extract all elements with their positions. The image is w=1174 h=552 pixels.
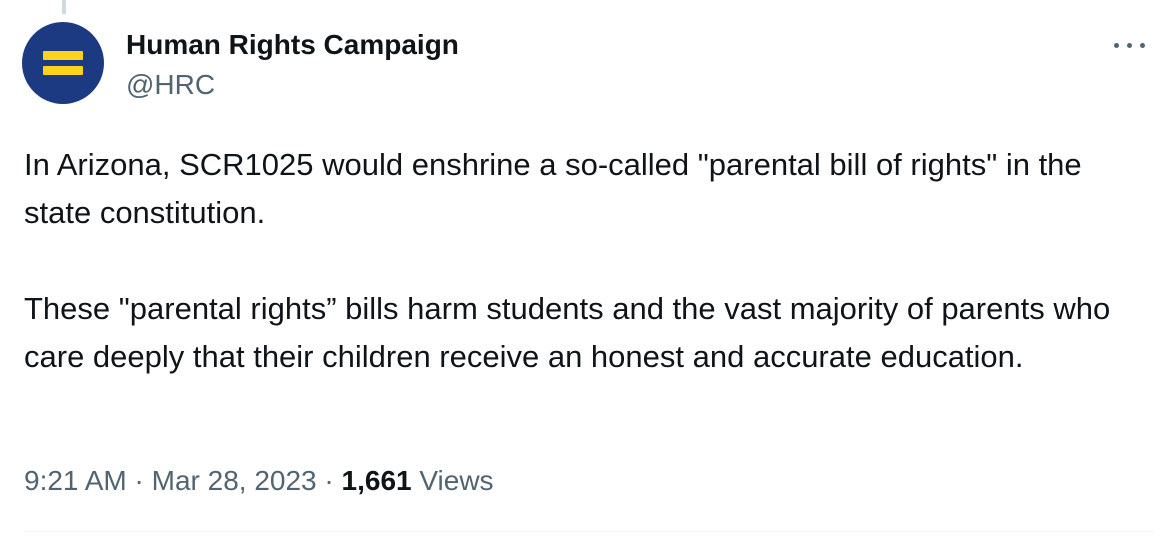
tweet-meta: 9:21 AM · Mar 28, 2023 · 1,661 Views bbox=[24, 462, 494, 500]
equality-bar-top-icon bbox=[43, 51, 83, 60]
views-count[interactable]: 1,661 bbox=[342, 465, 412, 496]
more-options-button[interactable] bbox=[1112, 30, 1148, 60]
tweet-paragraph-1: In Arizona, SCR1025 would enshrine a so-… bbox=[24, 147, 1082, 230]
meta-separator: · bbox=[126, 465, 152, 496]
equality-bar-bottom-icon bbox=[43, 66, 83, 75]
views-label[interactable]: Views bbox=[419, 465, 493, 496]
tweet-paragraph-2: These "parental rights” bills harm stude… bbox=[24, 291, 1111, 374]
thread-connector-line bbox=[62, 0, 66, 14]
tweet-date[interactable]: Mar 28, 2023 bbox=[152, 465, 317, 496]
more-horizontal-icon-dot bbox=[1127, 43, 1132, 48]
tweet-time[interactable]: 9:21 AM bbox=[24, 465, 127, 496]
divider bbox=[24, 531, 1154, 532]
author-display-name[interactable]: Human Rights Campaign bbox=[126, 28, 459, 62]
tweet-text: In Arizona, SCR1025 would enshrine a so-… bbox=[24, 141, 1134, 381]
author-handle[interactable]: @HRC bbox=[126, 68, 215, 102]
more-horizontal-icon-dot bbox=[1114, 43, 1119, 48]
more-horizontal-icon-dot bbox=[1140, 43, 1145, 48]
meta-separator: · bbox=[316, 465, 342, 496]
avatar[interactable] bbox=[22, 22, 104, 104]
